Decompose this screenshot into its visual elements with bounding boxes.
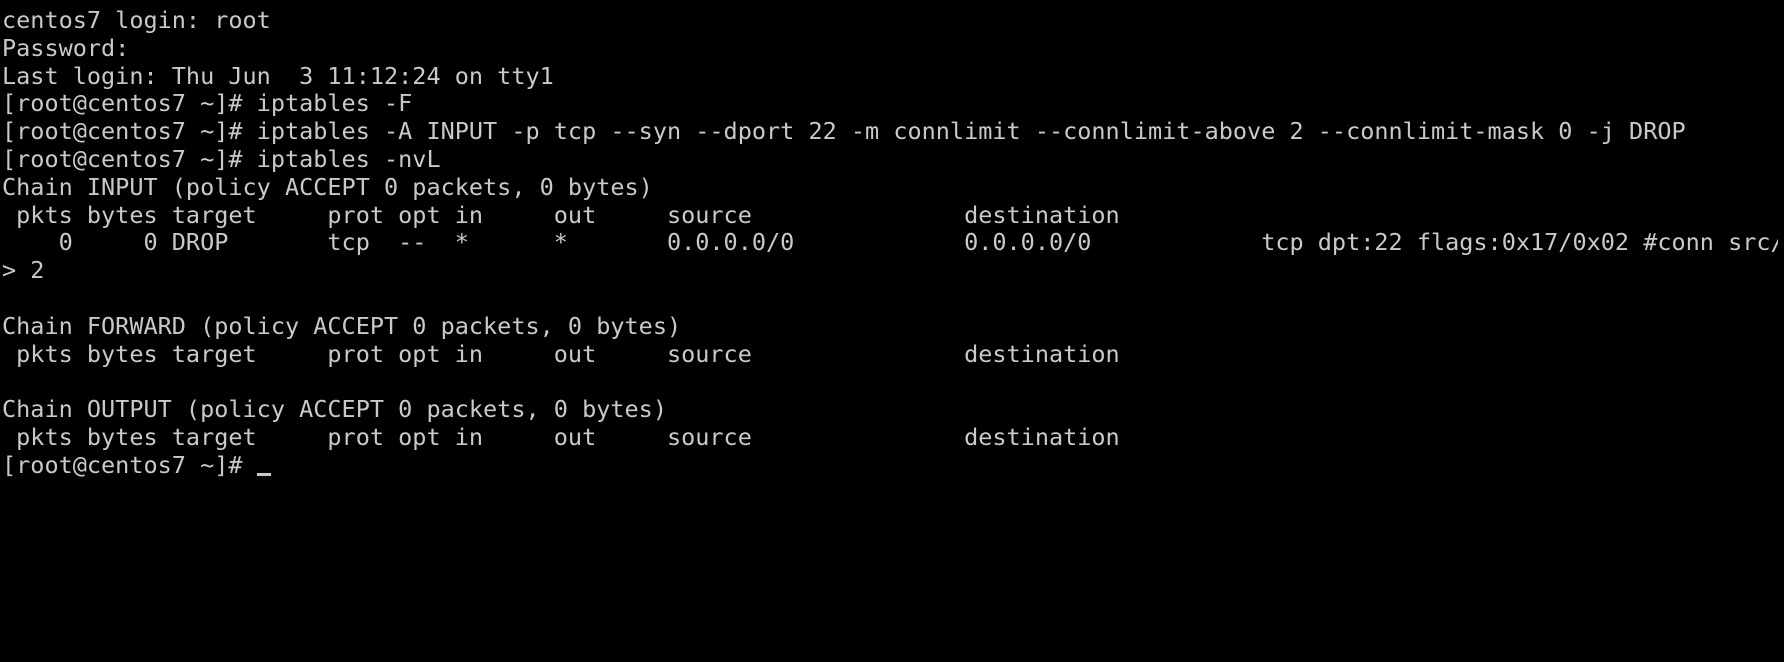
terminal-line: Chain OUTPUT (policy ACCEPT 0 packets, 0… xyxy=(2,395,667,424)
terminal-line: > 2 xyxy=(2,256,45,285)
terminal-line: centos7 login: root xyxy=(2,6,271,34)
terminal-line: pkts bytes target prot opt in out source… xyxy=(2,200,1120,229)
terminal-line: pkts bytes target prot opt in out source… xyxy=(2,422,1120,451)
terminal-line: Chain INPUT (policy ACCEPT 0 packets, 0 … xyxy=(2,172,653,201)
terminal-line: Last login: Thu Jun 3 11:12:24 on tty1 xyxy=(2,61,554,90)
terminal-line: pkts bytes target prot opt in out source… xyxy=(2,339,1120,368)
terminal-line: 0 0 DROP tcp -- * * 0.0.0.0/0 0.0.0.0/0 … xyxy=(2,229,1778,257)
terminal-line: Password: xyxy=(2,33,130,62)
prompt-line[interactable]: [root@centos7 ~]# xyxy=(2,450,1784,480)
terminal-line: [root@centos7 ~]# iptables -nvL xyxy=(2,144,441,173)
shell-prompt: [root@centos7 ~]# xyxy=(2,450,257,479)
terminal-window[interactable]: centos7 login: root Password: Last login… xyxy=(0,0,1784,662)
text-cursor xyxy=(256,472,271,476)
terminal-line: [root@centos7 ~]# iptables -A INPUT -p t… xyxy=(2,117,1686,146)
terminal-line: Chain FORWARD (policy ACCEPT 0 packets, … xyxy=(2,311,682,340)
terminal-line: [root@centos7 ~]# iptables -F xyxy=(2,89,413,118)
